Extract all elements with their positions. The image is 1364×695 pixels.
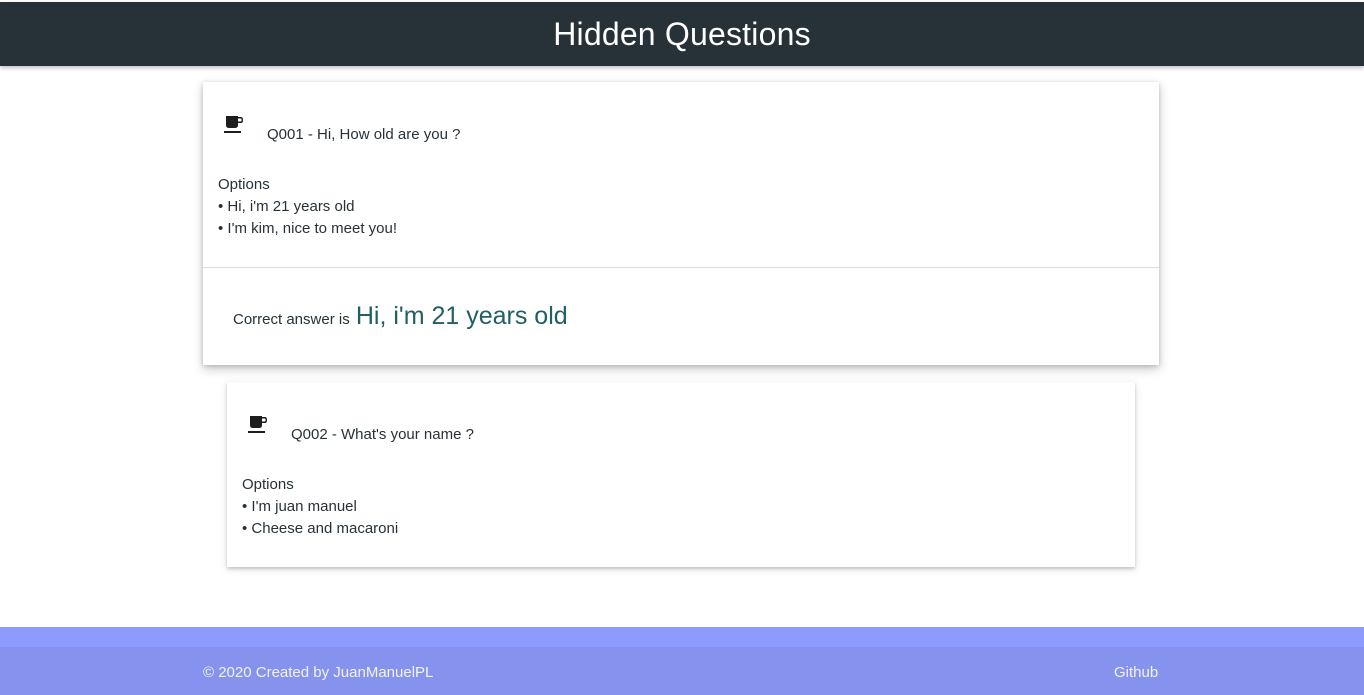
copyright-text: © 2020 Created by JuanManuelPL	[203, 664, 434, 681]
coffee-cup-icon	[247, 414, 269, 436]
options-label: Options	[218, 176, 270, 193]
question-title: Q002 - What's your name ?	[291, 425, 474, 443]
app-header: Hidden Questions	[0, 2, 1364, 66]
github-link[interactable]: Github	[1114, 664, 1158, 681]
page-title: Hidden Questions	[553, 15, 811, 52]
option-item: • I'm kim, nice to meet you!	[218, 220, 398, 237]
divider	[203, 267, 1159, 268]
correct-answer: Correct answer is Hi, i'm 21 years old	[233, 302, 568, 331]
page-footer: © 2020 Created by JuanManuelPL Github	[0, 627, 1364, 695]
options-list: Options • Hi, i'm 21 years old • I'm kim…	[218, 174, 397, 240]
option-item: • Hi, i'm 21 years old	[218, 198, 355, 215]
options-list: Options • I'm juan manuel • Cheese and m…	[242, 474, 398, 540]
coffee-cup-icon	[223, 114, 245, 136]
question-header: Q002 - What's your name ?	[247, 414, 474, 443]
question-card-q001[interactable]: Q001 - Hi, How old are you ? Options • H…	[203, 82, 1159, 365]
question-card-q002[interactable]: Q002 - What's your name ? Options • I'm …	[227, 382, 1135, 567]
answer-text: Hi, i'm 21 years old	[355, 302, 568, 330]
option-item: • I'm juan manuel	[242, 498, 357, 515]
footer-band	[0, 627, 1364, 647]
question-header: Q001 - Hi, How old are you ?	[223, 114, 460, 143]
options-label: Options	[242, 476, 294, 493]
answer-prefix: Correct answer is	[233, 311, 350, 328]
question-title: Q001 - Hi, How old are you ?	[267, 125, 461, 143]
option-item: • Cheese and macaroni	[242, 520, 399, 537]
